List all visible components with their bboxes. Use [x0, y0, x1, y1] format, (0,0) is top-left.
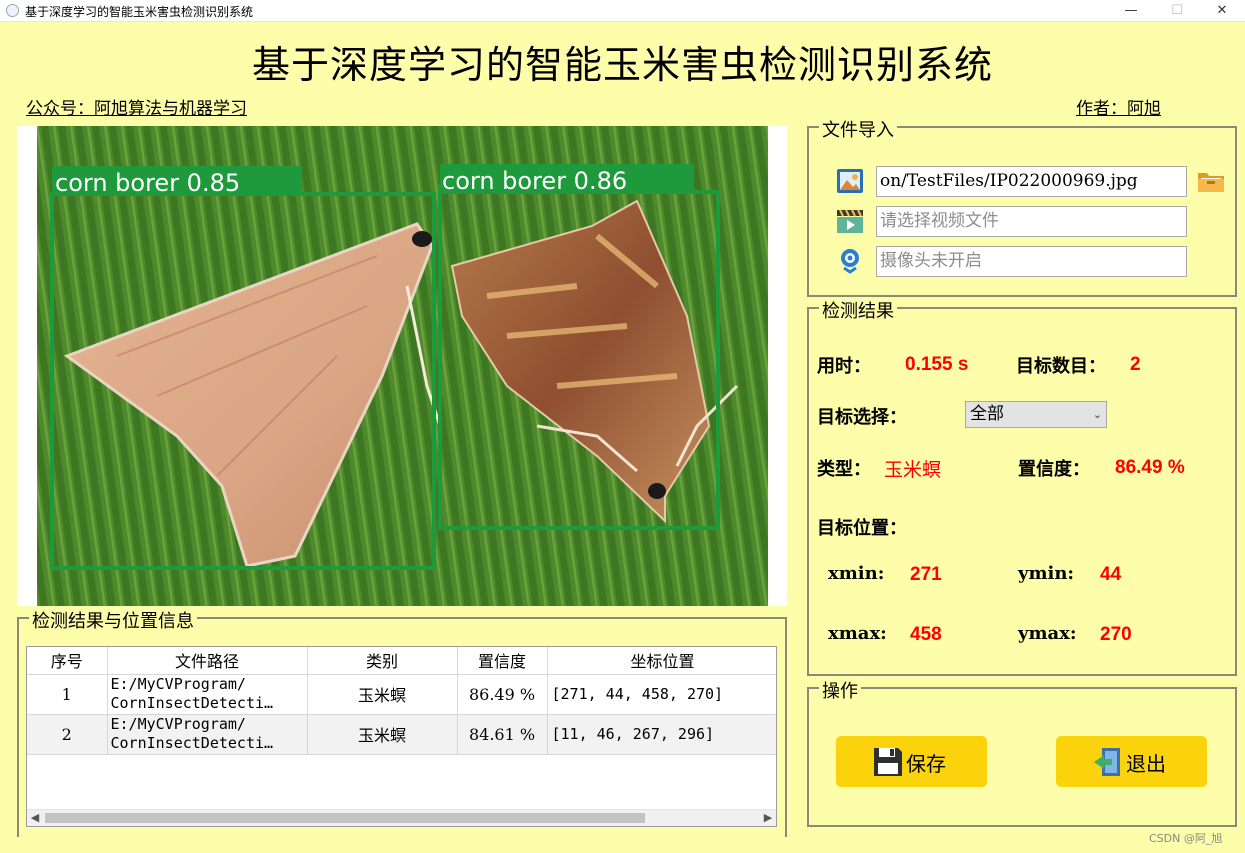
type-label: 类型：: [817, 459, 871, 480]
chevron-down-icon: ⌄: [1092, 408, 1102, 421]
detection-label-2: corn borer 0.86: [442, 167, 627, 195]
cell-class: 玉米螟: [307, 674, 458, 715]
cell-index: 1: [27, 674, 108, 715]
column-header-index[interactable]: 序号: [27, 647, 108, 675]
confidence-value: 86.49 %: [1115, 457, 1185, 478]
table-row[interactable]: 1 E:/MyCVProgram/ CornInsectDetecti… 玉米螟…: [27, 674, 776, 715]
page-title: 基于深度学习的智能玉米害虫检测识别系统: [251, 43, 993, 87]
cell-path-line1: E:/MyCVProgram/: [110, 715, 246, 733]
time-label: 用时：: [817, 356, 871, 377]
confidence-label: 置信度：: [1018, 459, 1090, 480]
folder-icon[interactable]: [1196, 166, 1226, 196]
xmax-label: xmax:: [828, 623, 887, 644]
table-row[interactable]: 2 E:/MyCVProgram/ CornInsectDetecti… 玉米螟…: [27, 714, 776, 755]
target-select-label: 目标选择：: [817, 407, 907, 428]
operations-title: 操作: [819, 677, 861, 703]
camera-icon[interactable]: [835, 246, 865, 276]
scroll-left-icon[interactable]: ◀: [27, 810, 43, 826]
image-path-input[interactable]: on/TestFiles/IP022000969.jpg: [876, 166, 1187, 197]
results-table[interactable]: 序号 文件路径 类别 置信度 坐标位置 1 E:/MyCVProgram/ Co…: [26, 646, 777, 827]
scroll-right-icon[interactable]: ▶: [760, 810, 776, 826]
cell-path: E:/MyCVProgram/ CornInsectDetecti…: [107, 714, 308, 755]
exit-icon: [1094, 748, 1120, 776]
cell-class: 玉米螟: [307, 714, 458, 755]
column-header-path[interactable]: 文件路径: [107, 647, 308, 675]
column-header-coords[interactable]: 坐标位置: [547, 647, 776, 675]
results-table-title: 检测结果与位置信息: [29, 607, 197, 633]
ymin-value: 44: [1100, 564, 1122, 585]
author-link[interactable]: 作者：阿旭: [1076, 94, 1161, 119]
position-label: 目标位置：: [817, 518, 907, 539]
detection-image-panel: corn borer 0.85 corn borer 0.86: [17, 126, 787, 606]
watermark: CSDN @阿_旭: [1149, 832, 1223, 845]
xmax-value: 458: [910, 624, 942, 645]
camera-status-input[interactable]: 摄像头未开启: [876, 246, 1187, 277]
video-icon[interactable]: [835, 206, 865, 236]
window-title: 基于深度学习的智能玉米害虫检测识别系统: [25, 5, 254, 19]
scrollbar-thumb[interactable]: [45, 813, 645, 823]
window-titlebar: 基于深度学习的智能玉米害虫检测识别系统 — ☐ ✕: [0, 0, 1245, 22]
save-icon: [874, 748, 902, 776]
target-select[interactable]: 全部 ⌄: [965, 401, 1107, 428]
ymin-label: ymin:: [1018, 563, 1075, 584]
target-select-value: 全部: [970, 404, 1004, 424]
close-button[interactable]: ✕: [1199, 0, 1245, 22]
image-icon[interactable]: [835, 166, 865, 196]
cell-confidence: 84.61 %: [457, 714, 548, 755]
minimize-button[interactable]: —: [1108, 0, 1154, 22]
cell-index: 2: [27, 714, 108, 755]
count-label: 目标数目：: [1016, 356, 1106, 377]
wechat-account-link[interactable]: 公众号：阿旭算法与机器学习: [26, 94, 247, 119]
detection-label-1: corn borer 0.85: [55, 169, 240, 197]
table-header-row: 序号 文件路径 类别 置信度 坐标位置: [27, 647, 776, 675]
horizontal-scrollbar[interactable]: ◀ ▶: [27, 809, 776, 826]
cell-coords: [11, 46, 267, 296]: [547, 714, 776, 755]
maximize-button[interactable]: ☐: [1154, 0, 1200, 22]
time-value: 0.155 s: [905, 354, 969, 375]
count-value: 2: [1130, 354, 1141, 375]
cell-path-line2: CornInsectDetecti…: [110, 734, 274, 752]
save-button[interactable]: 保存: [836, 736, 987, 787]
app-icon: [6, 4, 19, 17]
cell-coords: [271, 44, 458, 270]: [547, 674, 776, 715]
detection-image: corn borer 0.85 corn borer 0.86: [37, 126, 768, 606]
exit-button[interactable]: 退出: [1056, 736, 1207, 787]
cell-path-line1: E:/MyCVProgram/: [110, 675, 246, 693]
save-button-label: 保存: [906, 752, 946, 776]
cell-path-line2: CornInsectDetecti…: [110, 694, 274, 712]
file-import-title: 文件导入: [819, 116, 897, 142]
detection-result-title: 检测结果: [819, 297, 897, 323]
cell-path: E:/MyCVProgram/ CornInsectDetecti…: [107, 674, 308, 715]
column-header-class[interactable]: 类别: [307, 647, 458, 675]
cell-confidence: 86.49 %: [457, 674, 548, 715]
video-path-input[interactable]: 请选择视频文件: [876, 206, 1187, 237]
ymax-label: ymax:: [1018, 623, 1077, 644]
type-value: 玉米螟: [884, 459, 942, 481]
exit-button-label: 退出: [1126, 752, 1166, 776]
ymax-value: 270: [1100, 624, 1132, 645]
xmin-value: 271: [910, 564, 942, 585]
column-header-confidence[interactable]: 置信度: [457, 647, 548, 675]
xmin-label: xmin:: [828, 563, 885, 584]
